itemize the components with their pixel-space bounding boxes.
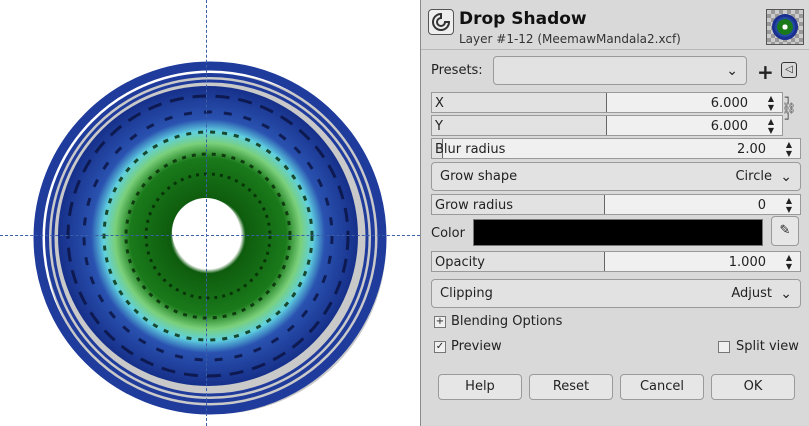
opacity-value[interactable]: 1.000 — [729, 255, 766, 270]
layer-thumbnail — [766, 9, 804, 45]
preview-label[interactable]: Preview — [451, 339, 502, 354]
color-swatch-button[interactable] — [473, 219, 763, 246]
chevron-down-icon: ⌄ — [780, 285, 792, 302]
x-stepper[interactable]: ▲ ▼ — [764, 94, 778, 112]
presets-combo[interactable]: ⌄ — [493, 56, 747, 85]
drop-shadow-dialog: Drop Shadow Layer #1-12 (MeemawMandala2.… — [420, 0, 809, 426]
vertical-guide — [206, 0, 207, 426]
y-label: Y — [435, 119, 443, 134]
reset-button[interactable]: Reset — [529, 374, 613, 400]
dialog-title: Drop Shadow — [459, 9, 587, 29]
blur-stepper[interactable]: ▲ ▼ — [782, 140, 796, 158]
dialog-subtitle: Layer #1-12 (MeemawMandala2.xcf) — [459, 32, 681, 46]
grow-radius-spin-scale[interactable]: Grow radius 0 ▲ ▼ — [431, 194, 801, 215]
x-fill — [432, 93, 607, 112]
dialog-buttons: Help Reset Cancel OK — [421, 365, 809, 426]
y-stepper[interactable]: ▲ ▼ — [764, 117, 778, 135]
y-fill — [432, 116, 607, 135]
clipping-label: Clipping — [440, 286, 493, 301]
color-label: Color — [431, 226, 465, 241]
chevron-down-icon: ⌄ — [780, 168, 792, 185]
eyedropper-icon[interactable]: ✎ — [771, 216, 799, 246]
preview-checkbox[interactable]: ✓ — [434, 341, 446, 353]
chain-link-icon[interactable]: ┐ ⛓ ┘ — [782, 92, 796, 136]
grow-radius-stepper[interactable]: ▲ ▼ — [782, 196, 796, 214]
grow-shape-value: Circle — [735, 169, 772, 184]
dialog-header: Drop Shadow Layer #1-12 (MeemawMandala2.… — [421, 0, 809, 50]
grow-shape-combo[interactable]: Grow shape Circle ⌄ — [431, 162, 801, 191]
y-spin-scale[interactable]: Y 6.000 ▲ ▼ — [431, 115, 783, 136]
clipping-value: Adjust — [731, 286, 772, 301]
grow-radius-value[interactable]: 0 — [758, 198, 766, 213]
ok-button[interactable]: OK — [711, 374, 795, 400]
x-label: X — [435, 96, 444, 111]
x-value[interactable]: 6.000 — [711, 96, 748, 111]
horizontal-guide — [0, 235, 420, 236]
add-preset-icon[interactable]: + — [757, 60, 774, 84]
cancel-button[interactable]: Cancel — [620, 374, 704, 400]
split-view-label[interactable]: Split view — [736, 339, 799, 354]
image-canvas[interactable] — [0, 0, 420, 426]
grow-radius-label: Grow radius — [435, 198, 514, 213]
presets-label: Presets: — [431, 63, 483, 78]
blending-options-label[interactable]: Blending Options — [451, 314, 562, 329]
mandala-image — [33, 61, 387, 415]
presets-menu-icon[interactable]: ◁ — [781, 62, 797, 78]
opacity-spin-scale[interactable]: Opacity 1.000 ▲ ▼ — [431, 251, 801, 272]
chevron-down-icon: ⌄ — [726, 62, 738, 79]
clipping-combo[interactable]: Clipping Adjust ⌄ — [431, 279, 801, 308]
gegl-icon — [428, 9, 454, 35]
help-button[interactable]: Help — [438, 374, 522, 400]
blur-label: Blur radius — [435, 142, 506, 157]
grow-shape-label: Grow shape — [440, 169, 518, 184]
opacity-label: Opacity — [435, 255, 486, 270]
y-value[interactable]: 6.000 — [711, 119, 748, 134]
split-view-checkbox[interactable] — [718, 341, 730, 353]
opacity-stepper[interactable]: ▲ ▼ — [782, 253, 796, 271]
blending-expander-icon[interactable]: + — [434, 316, 446, 328]
blur-radius-spin-scale[interactable]: Blur radius 2.00 ▲ ▼ — [431, 138, 801, 159]
x-spin-scale[interactable]: X 6.000 ▲ ▼ — [431, 92, 783, 113]
blur-value[interactable]: 2.00 — [737, 142, 766, 157]
